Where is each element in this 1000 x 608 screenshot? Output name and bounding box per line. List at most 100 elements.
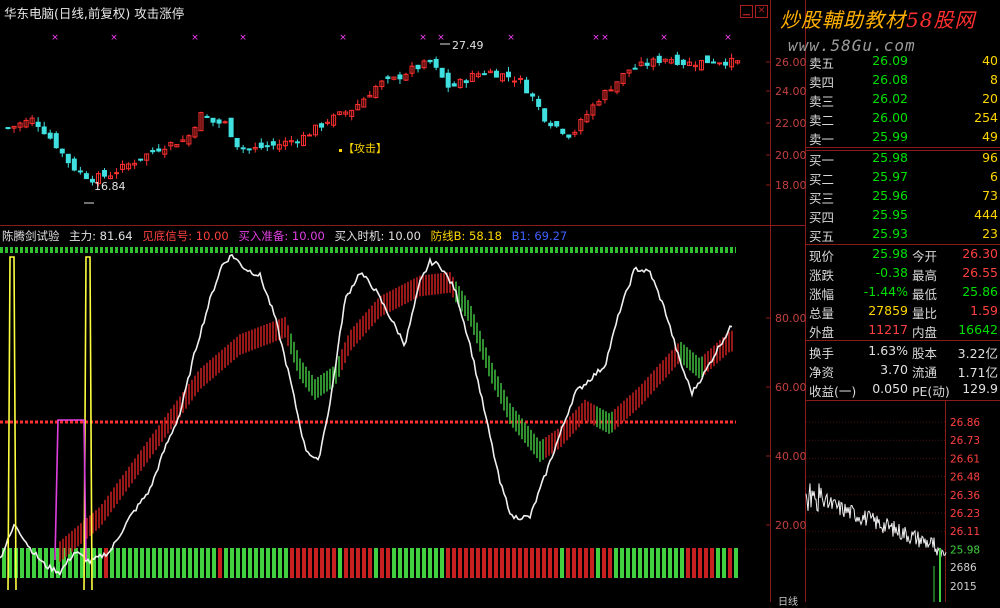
candle-body <box>240 147 246 150</box>
close-icon[interactable]: ✕ <box>755 5 768 18</box>
indicator-tick-label: 60.00 <box>775 381 807 394</box>
intraday-tick-label: 26.48 <box>950 472 980 484</box>
candle-body <box>47 132 53 139</box>
histogram-bar <box>110 548 114 578</box>
bid-label: 买四 <box>809 210 835 226</box>
histogram-bar <box>152 548 156 578</box>
candle-body <box>530 93 536 97</box>
bid-row[interactable]: 买三 25.96 73 <box>806 187 1000 206</box>
histogram-bar <box>350 548 354 578</box>
histogram-bar <box>236 548 240 578</box>
histogram-bar <box>26 548 30 578</box>
bid-row[interactable]: 买一 25.98 96 <box>806 149 1000 168</box>
ask-label: 卖二 <box>809 112 835 128</box>
signal-marker: × <box>239 33 247 43</box>
stat-value: 129.9 <box>962 381 998 396</box>
histogram-bar <box>518 548 522 578</box>
ask-row[interactable]: 卖一 25.99 49 <box>806 128 1000 147</box>
histogram-bar <box>272 548 276 578</box>
candle-body <box>548 122 554 127</box>
histogram-bar <box>590 548 594 578</box>
histogram-bar <box>734 548 738 578</box>
histogram-bar <box>608 548 612 578</box>
histogram-bar <box>104 548 108 578</box>
intraday-volume-tick: 2686 <box>950 562 977 574</box>
histogram-bar <box>326 548 330 578</box>
histogram-bar <box>320 548 324 578</box>
ask-label: 卖三 <box>809 93 835 109</box>
intraday-tick-label: 26.23 <box>950 508 980 520</box>
stat-label: 现价 <box>809 249 835 264</box>
histogram-bar <box>632 548 636 578</box>
stat-label: 股本 <box>912 346 938 361</box>
candlestick-series <box>5 51 741 187</box>
histogram-bar <box>254 548 258 578</box>
histogram-bar <box>230 548 234 578</box>
bid-row[interactable]: 买五 25.93 23 <box>806 225 1000 244</box>
candle-body <box>439 67 445 78</box>
histogram-bar <box>662 548 666 578</box>
minimize-icon[interactable]: ▁ <box>740 5 753 18</box>
bid-label: 买一 <box>809 153 835 169</box>
histogram-bar <box>650 548 654 578</box>
histogram-bar <box>20 548 24 578</box>
histogram-bar <box>668 548 672 578</box>
stat-row: 涨幅 -1.44% 最低 25.86 <box>806 283 1000 302</box>
candle-body <box>71 158 77 171</box>
bid-price: 25.97 <box>872 169 908 185</box>
candle-body <box>222 121 228 124</box>
price-tick-label: 18.00 <box>775 179 807 192</box>
indicator-item: 买入准备: 10.00 <box>238 229 325 243</box>
ask-row[interactable]: 卖五 26.09 40 <box>806 52 1000 71</box>
candle-body <box>481 73 487 76</box>
histogram-bar <box>620 548 624 578</box>
histogram-bar <box>446 548 450 578</box>
histogram-bar <box>614 548 618 578</box>
stat-label: 流通 <box>912 365 938 380</box>
ask-label: 卖一 <box>809 131 835 147</box>
histogram-bar <box>158 548 162 578</box>
histogram-bar <box>410 548 414 578</box>
histogram-bar <box>506 548 510 578</box>
intraday-price-line <box>805 483 947 558</box>
histogram-bar <box>242 548 246 578</box>
histogram-bar <box>722 548 726 578</box>
watermark: 炒股輔助教材58股网 <box>780 4 975 33</box>
histogram-bar <box>476 548 480 578</box>
stock-terminal: 26.00 24.00 22.00 20.00 18.00 80.00 60.00 40.00… <box>0 0 1000 608</box>
candle-body <box>270 141 276 146</box>
histogram-bar <box>572 548 576 578</box>
bid-row[interactable]: 买二 25.97 6 <box>806 168 1000 187</box>
candle-body <box>307 134 312 137</box>
indicator-item: 买入时机: 10.00 <box>334 229 421 243</box>
bid-volume: 6 <box>990 169 998 185</box>
candle-body <box>77 170 83 173</box>
stat-value: 1.71亿 <box>957 365 998 380</box>
stat-value: 25.86 <box>962 284 998 299</box>
histogram-bar <box>356 548 360 578</box>
signal-marker: × <box>592 33 600 43</box>
indicator-item: 主力: 81.64 <box>69 229 133 243</box>
ask-row[interactable]: 卖三 26.02 20 <box>806 90 1000 109</box>
histogram-bar <box>146 548 150 578</box>
stat-value: -1.44% <box>863 284 908 299</box>
ask-row[interactable]: 卖二 26.00 254 <box>806 109 1000 128</box>
ask-row[interactable]: 卖四 26.08 8 <box>806 71 1000 90</box>
candle-body <box>83 173 89 180</box>
price-tick-label: 22.00 <box>775 117 807 130</box>
bid-row[interactable]: 买四 25.95 444 <box>806 206 1000 225</box>
candle-body <box>35 121 41 127</box>
candle-body <box>319 123 325 128</box>
price-tick-label: 24.00 <box>775 85 807 98</box>
histogram-bar <box>266 548 270 578</box>
candle-body <box>524 79 530 94</box>
stat-value: 1.59 <box>970 303 998 318</box>
signal-marker: × <box>724 33 732 43</box>
candle-body <box>59 148 65 154</box>
histogram-bar <box>134 548 138 578</box>
candle-body <box>674 54 680 65</box>
histogram-bar <box>626 548 630 578</box>
bid-price: 25.98 <box>872 150 908 166</box>
watermark-site: 58股网 <box>906 8 976 32</box>
ask-price: 25.99 <box>872 128 908 144</box>
